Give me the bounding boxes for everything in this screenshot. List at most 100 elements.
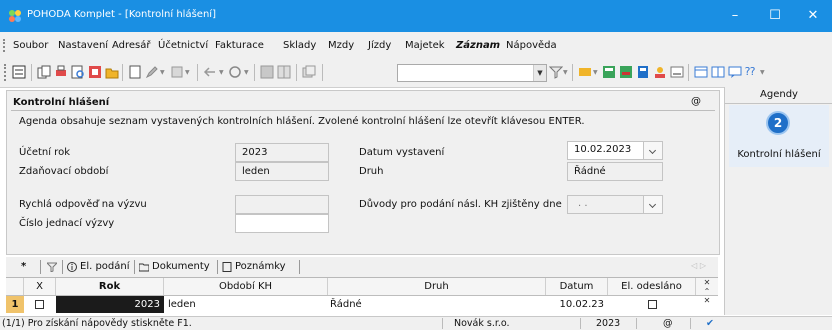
duvody-value: . . [578,198,588,209]
zdanovaci-obdobi-value: leden [242,166,270,177]
kontrolni-hlaseni-form: Kontrolní hlášení @ Agenda obsahuje sezn… [6,90,720,255]
column-header-x[interactable]: X [24,278,56,295]
form-divider [11,110,715,111]
table-row[interactable]: 1 2023 leden Řádné 10.02.23 [6,296,718,313]
tab-separator [134,260,135,274]
menu-soubor[interactable]: Soubor [13,40,48,51]
status-separator [442,318,443,329]
datum-vystaveni-value: 10.02.2023 [574,144,632,155]
copy-icon[interactable] [37,65,51,79]
menu-fakturace[interactable]: Fakturace [215,40,264,51]
toolbar-separator [296,64,297,81]
dropdown-arrow-icon[interactable]: ▼ [593,69,598,76]
column-header-el-odeslano[interactable]: El. odesláno [608,278,696,295]
toolbar-combo[interactable]: ▼ [397,64,547,82]
druh-field: Řádné [567,162,663,181]
calendar-dropdown-icon[interactable] [643,142,662,159]
at-icon[interactable]: @ [691,96,701,107]
duplicate-icon[interactable] [302,65,316,79]
maximize-button[interactable]: ☐ [756,0,794,32]
table-header: X Rok Období KH Druh Datum El. odesláno … [6,278,718,305]
agendy-header: Agendy [725,87,832,104]
new-record-icon[interactable] [128,65,142,79]
menu-majetek[interactable]: Majetek [405,40,445,51]
title-bar: POHODA Komplet - [Kontrolní hlášení] – ☐… [0,0,832,32]
tab-scroll-arrows-icon[interactable]: ◁ ▷ [691,261,706,270]
ucetni-rok-value: 2023 [242,147,268,158]
el-odeslano-checkbox[interactable] [648,300,657,309]
tab-star[interactable]: * [21,261,26,272]
menu-napoveda[interactable]: Nápověda [506,40,557,51]
report-icon[interactable] [602,65,616,79]
menu-zaznam[interactable]: Záznam [456,40,500,51]
menu-adresar[interactable]: Adresář [112,40,151,51]
rychla-odpoved-label: Rychlá odpověď na výzvu [19,199,147,210]
duvody-field: . . [567,195,663,214]
message-icon[interactable] [728,65,742,79]
status-company: Novák s.r.o. [454,318,510,329]
dropdown-arrow-icon[interactable]: ▼ [244,69,249,76]
pohoda-app-icon [9,10,21,22]
tab-separator [62,260,63,274]
minimize-button[interactable]: – [716,0,754,32]
dropdown-arrow-icon[interactable]: ▼ [185,69,190,76]
dropdown-arrow-icon[interactable]: ▼ [760,69,765,76]
tab-el-podani[interactable]: El. podání [80,261,130,272]
grid-view-icon[interactable] [277,65,291,79]
delete-record-icon[interactable] [170,65,184,79]
window-title: POHODA Komplet - [Kontrolní hlášení] [27,9,216,20]
panel-icon[interactable] [711,65,725,79]
back-arrow-icon[interactable] [203,65,217,79]
column-header-rok[interactable]: Rok [56,278,164,295]
agenda-list-icon[interactable] [12,65,26,79]
book-icon[interactable] [619,65,633,79]
dropdown-arrow-icon[interactable]: ▼ [160,69,165,76]
row-rok-cell[interactable]: 2023 [56,296,164,313]
contacts-icon[interactable] [653,65,667,79]
menu-ucetnictvi[interactable]: Účetnictví [158,40,208,51]
tab-dokumenty[interactable]: Dokumenty [152,261,210,272]
tab-poznamky[interactable]: Poznámky [235,261,286,272]
folder-icon [139,263,149,272]
row-x-cell [24,296,56,313]
column-header-datum[interactable]: Datum [546,278,608,295]
menu-sklady[interactable]: Sklady [283,40,316,51]
filter-icon[interactable] [47,262,57,272]
row-x-checkbox[interactable] [35,300,44,309]
tab-separator [217,260,218,274]
menu-grip-icon [3,39,8,52]
highlight-icon[interactable] [578,65,592,79]
combo-dropdown-icon[interactable]: ▼ [533,65,546,81]
status-separator [636,318,637,329]
calculator-icon[interactable] [636,65,650,79]
dropdown-arrow-icon[interactable]: ▼ [563,69,568,76]
edit-record-icon[interactable] [145,65,159,79]
toolbar-separator [31,64,32,81]
menu-nastaveni[interactable]: Nastavení [58,40,108,51]
row-druh-cell: Řádné [330,299,362,310]
status-at-icon: @ [663,318,673,329]
menu-mzdy[interactable]: Mzdy [328,40,354,51]
filter-icon[interactable] [549,65,563,79]
folder-icon[interactable] [105,65,119,79]
help-icon[interactable]: ⁇ [745,65,755,78]
iban-icon[interactable] [670,65,684,79]
toolbar-separator [688,64,689,81]
print-icon[interactable] [54,65,68,79]
export-icon[interactable] [88,65,102,79]
cislo-jednaci-field[interactable] [235,214,329,233]
ucetni-rok-field: 2023 [235,143,329,162]
refresh-icon[interactable] [228,65,242,79]
agendy-item-kontrolni-hlaseni[interactable]: 2 Kontrolní hlášení [729,105,829,167]
close-button[interactable]: ✕ [794,0,832,32]
datum-vystaveni-field[interactable]: 10.02.2023 [567,141,663,160]
druh-label: Druh [359,166,384,177]
window-icon[interactable] [694,65,708,79]
agendy-panel: Agendy 2 Kontrolní hlášení [724,87,832,315]
column-header-druh[interactable]: Druh [328,278,546,295]
save-icon[interactable] [260,65,274,79]
column-header-obdobi-kh[interactable]: Období KH [164,278,328,295]
menu-jizdy[interactable]: Jízdy [368,40,391,51]
print-preview-icon[interactable] [71,65,85,79]
dropdown-arrow-icon[interactable]: ▼ [219,69,224,76]
